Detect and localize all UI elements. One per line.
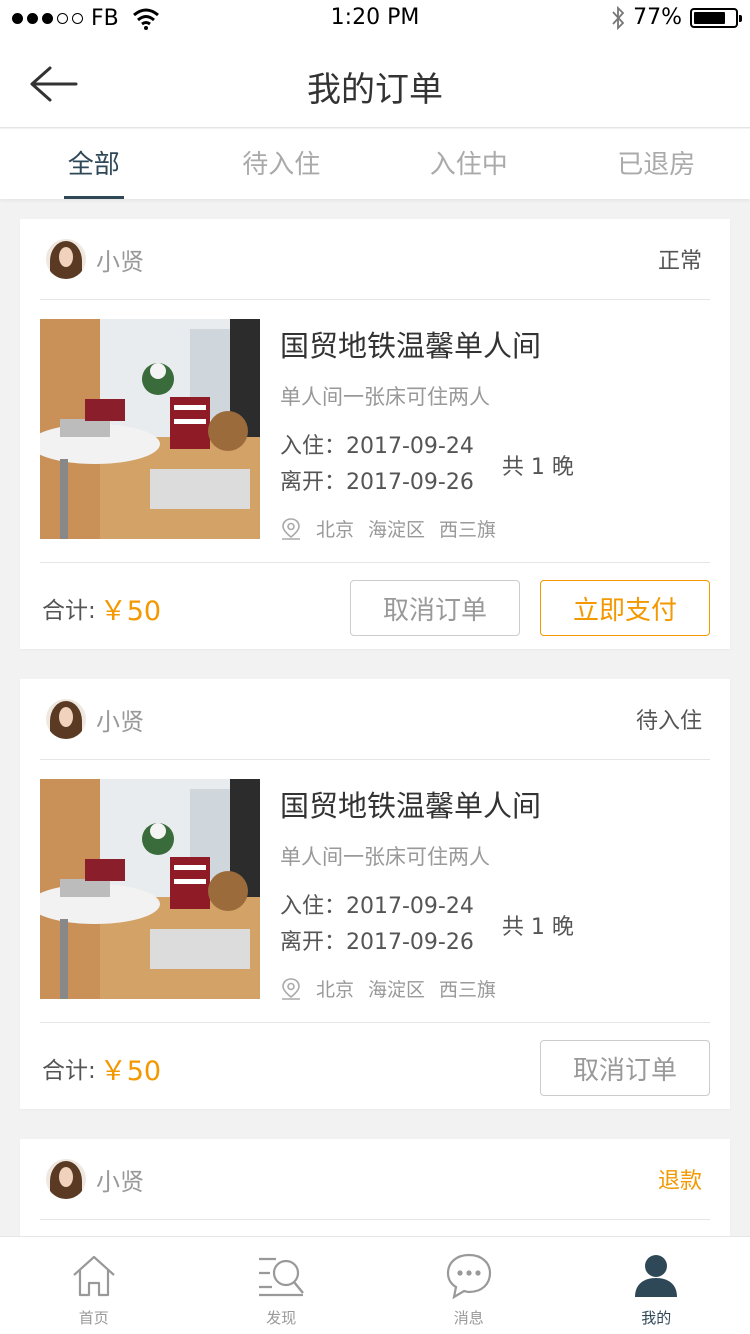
tabbar-item-home[interactable]: 首页: [0, 1237, 188, 1334]
bottom-tab-bar: 首页 发现 消息 我的: [0, 1236, 750, 1334]
room-photo: [40, 779, 260, 999]
total-label: 合计:: [42, 1058, 96, 1084]
host-name: 小贤: [96, 707, 144, 736]
stay-dates: 入住：2017-09-24 离开：2017-09-26 共 1 晚: [280, 429, 710, 501]
order-status: 退款: [657, 1169, 702, 1194]
location-pin-icon: [282, 977, 300, 1000]
nav-bar: 我的订单: [0, 40, 750, 128]
battery-level: [694, 11, 725, 24]
card-footer: 合计: ￥50 取消订单: [20, 1023, 730, 1113]
total-label: 合计:: [42, 598, 96, 624]
total-price: ￥50: [99, 1055, 162, 1087]
card-footer: 合计: ￥50 取消订单 立即支付: [20, 563, 730, 653]
message-icon: [446, 1253, 491, 1300]
room-subtitle: 单人间一张床可住两人: [280, 385, 490, 409]
tabbar-label: 我的: [641, 1309, 672, 1327]
profile-icon: [635, 1255, 678, 1297]
tab-checked-in[interactable]: 入住中: [375, 129, 563, 199]
tab-pending-checkin[interactable]: 待入住: [188, 129, 376, 199]
tab-all[interactable]: 全部: [0, 129, 188, 199]
tabbar-label: 首页: [78, 1309, 109, 1327]
home-icon: [73, 1255, 115, 1297]
page-title: 我的订单: [307, 70, 443, 110]
pay-now-button[interactable]: 立即支付: [540, 580, 710, 636]
card-header: 小贤 正常: [20, 219, 730, 299]
tabbar-item-discover[interactable]: 发现: [188, 1237, 376, 1334]
room-photo-illustration: [40, 319, 260, 539]
room-title: 国贸地铁温馨单人间: [280, 789, 542, 823]
avatar: [46, 1159, 86, 1199]
location-district: 海淀区: [368, 979, 426, 1001]
room-photo: [40, 319, 260, 539]
discover-icon: [259, 1257, 305, 1297]
host-name: 小贤: [96, 247, 144, 276]
checkin-date: 入住：2017-09-24: [280, 434, 474, 459]
nights-count: 共 1 晚: [501, 915, 574, 940]
stay-dates: 入住：2017-09-24 离开：2017-09-26 共 1 晚: [280, 889, 710, 961]
order-status: 待入住: [635, 709, 702, 734]
card-body: 国贸地铁温馨单人间 单人间一张床可住两人 入住：2017-09-24 离开：20…: [20, 300, 730, 562]
battery-icon: [690, 7, 742, 28]
cancel-order-button[interactable]: 取消订单: [540, 1040, 710, 1096]
room-info: 国贸地铁温馨单人间 单人间一张床可住两人 入住：2017-09-24 离开：20…: [280, 319, 710, 542]
cancel-order-button[interactable]: 取消订单: [350, 580, 520, 636]
card-header: 小贤 退款: [20, 1139, 730, 1219]
location-pin-icon: [282, 517, 300, 540]
checkout-date: 离开：2017-09-26: [280, 930, 474, 955]
battery-percent: 77%: [633, 5, 682, 30]
tabbar-item-profile[interactable]: 我的: [563, 1237, 750, 1334]
location-area: 西三旗: [439, 519, 497, 541]
location-city: 北京: [316, 519, 355, 541]
location: 北京 海淀区 西三旗: [280, 515, 710, 542]
avatar: [46, 699, 86, 739]
tab-checked-out[interactable]: 已退房: [563, 129, 750, 199]
room-photo-illustration: [40, 779, 260, 999]
order-filter-tabs: 全部 待入住 入住中 已退房: [0, 129, 750, 199]
room-info: 国贸地铁温馨单人间 单人间一张床可住两人 入住：2017-09-24 离开：20…: [280, 779, 710, 1002]
order-card[interactable]: 小贤 待入住 国贸地铁温馨单人间 单人间一张床可住两人 入住：2017-09-2…: [20, 679, 730, 1109]
status-bar: FB 1:20 PM 77%: [0, 0, 750, 40]
room-title: 国贸地铁温馨单人间: [280, 329, 542, 363]
order-card[interactable]: 小贤 正常 国贸地铁温馨单人间 单人间一张床可住两人 入住：2017-09-24…: [20, 219, 730, 649]
nights-count: 共 1 晚: [501, 455, 574, 480]
divider: [40, 1219, 710, 1220]
checkout-date: 离开：2017-09-26: [280, 470, 474, 495]
bluetooth-icon: [612, 5, 625, 30]
location-district: 海淀区: [368, 519, 426, 541]
date-lines: 入住：2017-09-24 离开：2017-09-26: [280, 889, 474, 961]
avatar: [46, 239, 86, 279]
host-name: 小贤: [96, 1167, 144, 1196]
total-price: ￥50: [99, 595, 162, 627]
date-lines: 入住：2017-09-24 离开：2017-09-26: [280, 429, 474, 501]
room-subtitle: 单人间一张床可住两人: [280, 845, 490, 869]
location-city: 北京: [316, 979, 355, 1001]
card-body: 国贸地铁温馨单人间 单人间一张床可住两人 入住：2017-09-24 离开：20…: [20, 760, 730, 1022]
order-status: 正常: [657, 249, 702, 274]
battery-group: 77%: [611, 5, 742, 30]
tabbar-label: 发现: [266, 1309, 297, 1327]
card-header: 小贤 待入住: [20, 679, 730, 759]
location-area: 西三旗: [439, 979, 497, 1001]
order-card[interactable]: 小贤 退款: [20, 1139, 730, 1236]
location: 北京 海淀区 西三旗: [280, 975, 710, 1002]
checkin-date: 入住：2017-09-24: [280, 894, 474, 919]
battery-cap: [739, 14, 742, 22]
tabbar-label: 消息: [453, 1309, 484, 1327]
tabbar-item-messages[interactable]: 消息: [375, 1237, 563, 1334]
